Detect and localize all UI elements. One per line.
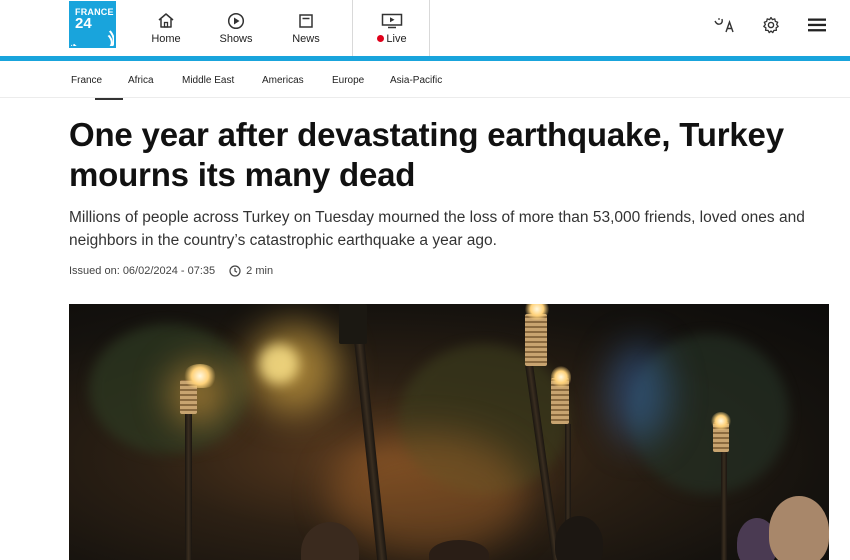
nav-divider [352,0,353,56]
photo-torch-pole [185,399,192,560]
photo-glow [329,434,529,554]
subnav-item-americas[interactable]: Americas [262,75,304,86]
photo-torch [525,314,547,366]
photo-flame [551,366,571,388]
article-lede: Millions of people across Turkey on Tues… [69,209,805,249]
category-underline [95,98,123,100]
subnav-item-asia-pacific[interactable]: Asia-Pacific [390,75,442,86]
read-time: 2 min [246,265,274,277]
tv-icon [381,12,403,30]
nav-news[interactable]: News [286,0,326,56]
menu-icon[interactable] [806,14,828,36]
nav-home-label: Home [151,32,181,45]
site-header: FRANCE 24 Home Shows News Live [0,0,850,56]
clock-icon [229,265,241,277]
photo-flame [711,412,731,430]
subnav-item-france[interactable]: France [71,75,102,86]
subnav-item-middle-east[interactable]: Middle East [182,75,234,86]
live-dot-icon [377,35,385,42]
nav-shows[interactable]: Shows [214,0,258,56]
photo-torch-pole [721,444,727,560]
subnav-item-africa[interactable]: Africa [128,75,154,86]
photo-torch [339,304,367,344]
photo-flame [525,304,549,320]
article-title: One year after devastating earthquake, T… [69,116,784,193]
nav-news-label: News [292,32,320,45]
play-circle-icon [227,12,245,30]
subnav-item-europe[interactable]: Europe [332,75,364,86]
france24-logo[interactable]: FRANCE 24 [69,1,116,48]
photo-person [555,516,603,560]
photo-person [769,496,829,560]
region-subnav: France Africa Middle East Americas Europ… [0,61,850,98]
nav-live[interactable]: Live [368,0,416,56]
nav-live-label-wrap: Live [377,32,407,45]
photo-lamp [259,344,299,384]
article-meta: Issued on: 06/02/2024 - 07:35 2 min [69,264,273,278]
nav-live-label: Live [386,32,407,45]
photo-flame [183,364,217,388]
nav-divider [429,0,430,56]
language-icon[interactable] [712,14,738,36]
photo-glow [609,344,669,444]
news-icon [298,12,314,30]
home-icon [157,12,175,30]
article-hero-image [69,304,829,560]
issued-date: Issued on: 06/02/2024 - 07:35 [69,265,216,277]
nav-shows-label: Shows [219,32,253,45]
gear-icon[interactable] [760,14,782,36]
nav-home[interactable]: Home [146,0,186,56]
